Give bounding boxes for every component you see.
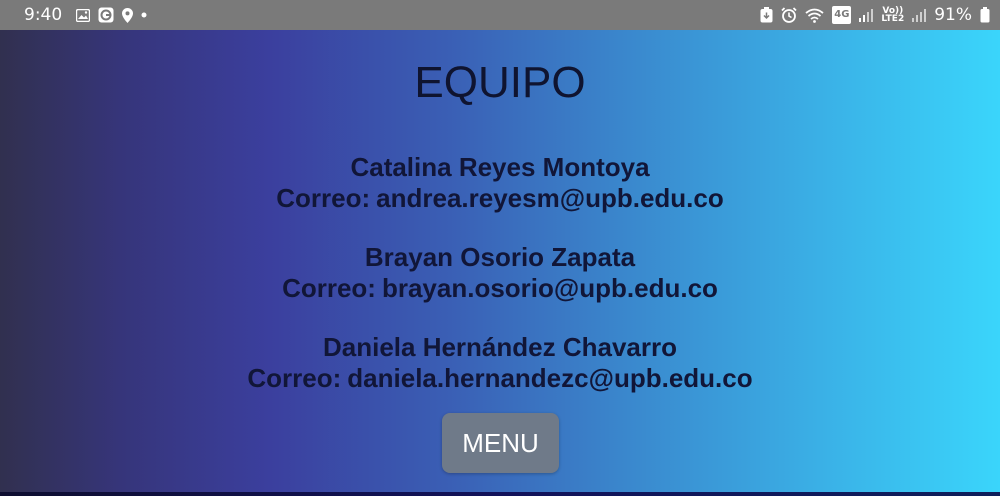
- status-bar: 9:40 4G Vo)) LTE2 91%: [0, 0, 1000, 30]
- page-title: EQUIPO: [414, 58, 586, 107]
- email-label: Correo:: [247, 363, 342, 393]
- alarm-icon: [781, 7, 797, 23]
- email-label: Correo:: [282, 273, 376, 303]
- lte-tag-bottom: LTE2: [881, 14, 905, 24]
- signal-icon: [912, 7, 927, 23]
- bottom-edge-divider: [0, 492, 1000, 496]
- network-type-badge: 4G: [832, 6, 852, 24]
- location-icon: [122, 7, 134, 23]
- member-email: daniela.hernandezc@upb.edu.co: [347, 363, 753, 393]
- battery-icon: [980, 7, 990, 23]
- team-member-card: Catalina Reyes Montoya Correo: andrea.rey…: [0, 152, 1000, 214]
- battery-percent: 91%: [934, 5, 972, 25]
- signal-icon: [859, 7, 874, 23]
- image-icon: [76, 7, 91, 23]
- member-name: Daniela Hernández Chavarro: [322, 332, 677, 362]
- member-name: Brayan Osorio Zapata: [364, 242, 636, 272]
- status-time: 9:40: [24, 5, 63, 25]
- team-member-card: Daniela Hernández Chavarro Correo: daniel…: [0, 332, 1000, 394]
- lte-icon: Vo)) LTE2: [881, 6, 904, 24]
- team-member-card: Brayan Osorio Zapata Correo: brayan.osori…: [0, 242, 1000, 304]
- dot-icon: [141, 7, 147, 23]
- member-email-line: Correo: daniela.hernandezc@upb.edu.co: [0, 363, 1000, 394]
- phone-screen: 9:40 4G Vo)) LTE2 91% EQUIPO Catalina Re…: [0, 0, 1000, 496]
- member-email-line: Correo: brayan.osorio@upb.edu.co: [0, 273, 1000, 304]
- status-bar-right: 4G Vo)) LTE2 91%: [760, 5, 990, 25]
- member-email-line: Correo: andrea.reyesm@upb.edu.co: [0, 183, 1000, 214]
- member-email: brayan.osorio@upb.edu.co: [381, 273, 718, 303]
- member-email: andrea.reyesm@upb.edu.co: [376, 183, 724, 213]
- member-name: Catalina Reyes Montoya: [350, 152, 650, 182]
- menu-button[interactable]: MENU: [442, 413, 559, 473]
- email-label: Correo:: [276, 183, 371, 213]
- team-screen: EQUIPO Catalina Reyes Montoya Correo: and…: [0, 30, 1000, 496]
- app-icon: [98, 7, 114, 23]
- wifi-icon: [805, 7, 824, 23]
- status-bar-left: 9:40: [24, 5, 147, 25]
- data-saver-icon: [760, 7, 773, 23]
